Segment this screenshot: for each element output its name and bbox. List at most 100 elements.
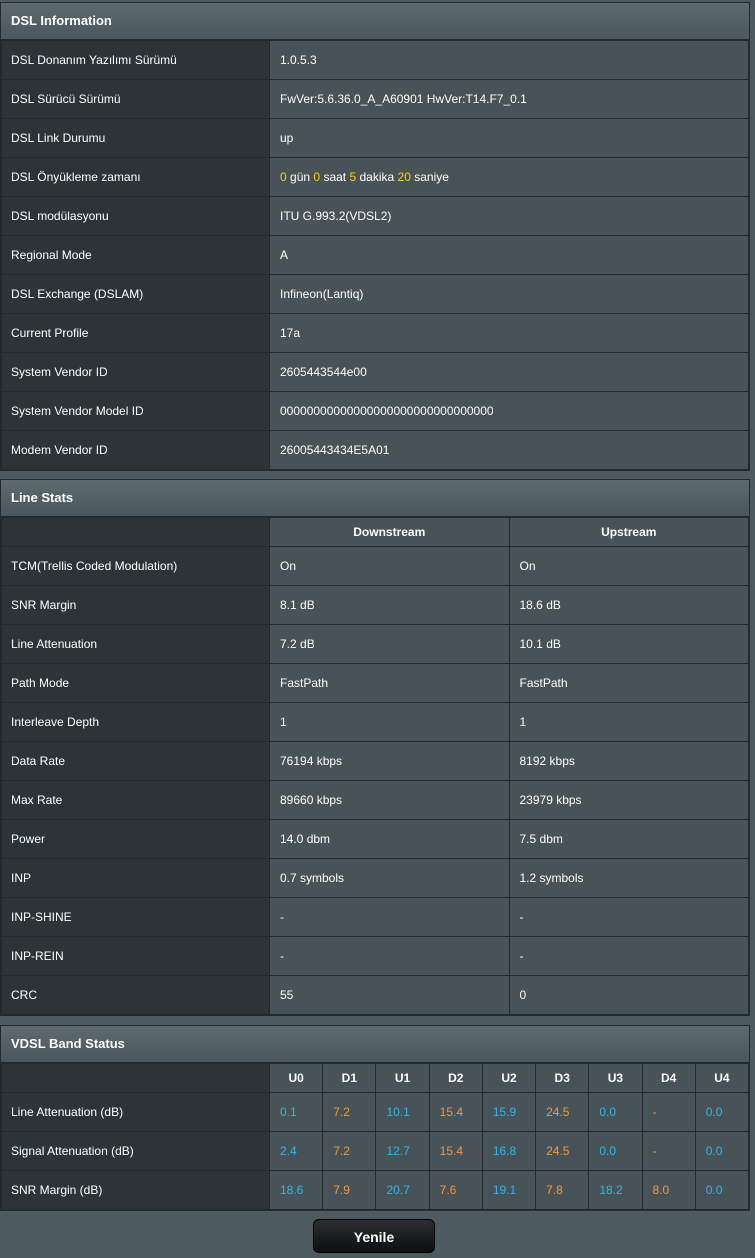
line-stats-row: INP-SHINE - - bbox=[1, 897, 749, 937]
line-stats-label: TCM(Trellis Coded Modulation) bbox=[1, 546, 270, 586]
dsl-info-value: 1.0.5.3 bbox=[269, 40, 749, 80]
dsl-info-value: ITU G.993.2(VDSL2) bbox=[269, 196, 749, 236]
line-stats-table: Downstream Upstream TCM(Trellis Coded Mo… bbox=[1, 517, 749, 1015]
dsl-info-label: DSL Önyükleme zamanı bbox=[1, 157, 270, 197]
band-value-u4: 0.0 bbox=[694, 1092, 750, 1132]
line-stats-corner bbox=[1, 517, 270, 547]
line-stats-row: INP-REIN - - bbox=[1, 936, 749, 976]
upstream-value: 1.2 symbols bbox=[508, 858, 749, 898]
band-value-d3: 24.5 bbox=[535, 1092, 590, 1132]
dsl-info-value: A bbox=[269, 235, 749, 275]
band-row-label: SNR Margin (dB) bbox=[1, 1170, 270, 1210]
dsl-info-row: Current Profile 17a bbox=[1, 313, 749, 353]
line-stats-row: Max Rate 89660 kbps 23979 kbps bbox=[1, 780, 749, 820]
band-header-d4: D4 bbox=[641, 1063, 696, 1093]
uptime-seconds-unit: saniye bbox=[414, 170, 449, 184]
line-stats-row: Interleave Depth 1 1 bbox=[1, 702, 749, 742]
uptime-days: 0 bbox=[280, 170, 287, 184]
vdsl-band-status-table: U0 D1 U1 D2 U2 D3 U3 D4 U4 Line Attenuation (dB)… bbox=[1, 1063, 750, 1210]
band-value-d1: 7.9 bbox=[322, 1170, 377, 1210]
band-header-u2: U2 bbox=[481, 1063, 537, 1093]
line-stats-row: TCM(Trellis Coded Modulation) On On bbox=[1, 546, 749, 586]
downstream-value: FastPath bbox=[269, 663, 510, 703]
downstream-value: 0.7 symbols bbox=[269, 858, 510, 898]
line-stats-row: SNR Margin 8.1 dB 18.6 dB bbox=[1, 585, 749, 625]
upstream-value: 7.5 dbm bbox=[508, 819, 749, 859]
dsl-info-label: DSL Exchange (DSLAM) bbox=[1, 274, 270, 314]
band-value-d3: 24.5 bbox=[535, 1131, 590, 1171]
dsl-info-label: DSL modülasyonu bbox=[1, 196, 270, 236]
band-value-d1: 7.2 bbox=[322, 1131, 377, 1171]
line-stats-label: INP-SHINE bbox=[1, 897, 270, 937]
band-value-u4: 0.0 bbox=[694, 1170, 750, 1210]
upstream-value: 10.1 dB bbox=[508, 624, 749, 664]
dsl-info-row: DSL Link Durumu up bbox=[1, 118, 749, 158]
band-value-u4: 0.0 bbox=[694, 1131, 750, 1171]
band-value-d4: - bbox=[641, 1092, 696, 1132]
uptime-hours-unit: saat bbox=[323, 170, 347, 184]
dsl-info-value: 2605443544e00 bbox=[269, 352, 749, 392]
dsl-info-value: 26005443434E5A01 bbox=[269, 430, 749, 470]
downstream-value: 1 bbox=[269, 702, 510, 742]
band-value-d3: 7.8 bbox=[535, 1170, 590, 1210]
dsl-info-value: 17a bbox=[269, 313, 749, 353]
dsl-info-row: Regional Mode A bbox=[1, 235, 749, 275]
band-value-u3: 0.0 bbox=[588, 1131, 643, 1171]
dsl-info-row: DSL Sürücü Sürümü FwVer:5.6.36.0_A_A60901… bbox=[1, 79, 749, 119]
downstream-value: 76194 kbps bbox=[269, 741, 510, 781]
vdsl-band-status-title: VDSL Band Status bbox=[1, 1026, 749, 1063]
dsl-info-value: up bbox=[269, 118, 749, 158]
band-header-d1: D1 bbox=[322, 1063, 377, 1093]
dsl-info-label: System Vendor ID bbox=[1, 352, 270, 392]
band-value-u1: 12.7 bbox=[375, 1131, 430, 1171]
vdsl-band-status-panel: VDSL Band Status U0 D1 U1 D2 U2 D3 U3 D4 U4 Line… bbox=[0, 1025, 750, 1211]
band-value-u0: 2.4 bbox=[268, 1131, 324, 1171]
uptime-minutes: 5 bbox=[349, 170, 357, 184]
upstream-value: 1 bbox=[508, 702, 749, 742]
dsl-info-row: DSL Exchange (DSLAM) Infineon(Lantiq) bbox=[1, 274, 749, 314]
line-stats-title: Line Stats bbox=[1, 480, 749, 517]
line-stats-row: INP 0.7 symbols 1.2 symbols bbox=[1, 858, 749, 898]
dsl-info-label: Current Profile bbox=[1, 313, 270, 353]
band-header-u4: U4 bbox=[694, 1063, 750, 1093]
line-stats-label: Interleave Depth bbox=[1, 702, 270, 742]
band-value-d2: 15.4 bbox=[428, 1092, 483, 1132]
line-stats-label: Path Mode bbox=[1, 663, 270, 703]
band-header-u3: U3 bbox=[588, 1063, 643, 1093]
upstream-value: 18.6 dB bbox=[508, 585, 749, 625]
band-row-label: Line Attenuation (dB) bbox=[1, 1092, 270, 1132]
dsl-info-value: 0 gün 0 saat 5 dakika 20 saniye bbox=[269, 157, 749, 197]
uptime-hours: 0 bbox=[313, 170, 321, 184]
band-value-d1: 7.2 bbox=[322, 1092, 377, 1132]
dsl-info-row: System Vendor Model ID 000000000000000000… bbox=[1, 391, 749, 431]
dsl-information-title: DSL Information bbox=[1, 3, 749, 40]
band-header-u1: U1 bbox=[375, 1063, 430, 1093]
line-stats-row: Power 14.0 dbm 7.5 dbm bbox=[1, 819, 749, 859]
band-value-u1: 20.7 bbox=[375, 1170, 430, 1210]
upstream-header: Upstream bbox=[508, 517, 749, 547]
band-value-u2: 16.8 bbox=[481, 1131, 537, 1171]
line-stats-label: Max Rate bbox=[1, 780, 270, 820]
downstream-value: 8.1 dB bbox=[269, 585, 510, 625]
line-stats-row: Line Attenuation 7.2 dB 10.1 dB bbox=[1, 624, 749, 664]
line-stats-label: Line Attenuation bbox=[1, 624, 270, 664]
dsl-info-row: DSL modülasyonu ITU G.993.2(VDSL2) bbox=[1, 196, 749, 236]
dsl-info-row: DSL Donanım Yazılımı Sürümü 1.0.5.3 bbox=[1, 40, 749, 80]
uptime-seconds: 20 bbox=[397, 170, 411, 184]
band-value-u1: 10.1 bbox=[375, 1092, 430, 1132]
band-header-u0: U0 bbox=[268, 1063, 324, 1093]
dsl-info-value: FwVer:5.6.36.0_A_A60901 HwVer:T14.F7_0.1 bbox=[269, 79, 749, 119]
dsl-info-row: Modem Vendor ID 26005443434E5A01 bbox=[1, 430, 749, 470]
upstream-value: FastPath bbox=[508, 663, 749, 703]
line-stats-row: Data Rate 76194 kbps 8192 kbps bbox=[1, 741, 749, 781]
upstream-value: - bbox=[508, 936, 749, 976]
line-stats-row: CRC 55 0 bbox=[1, 975, 749, 1015]
upstream-value: 8192 kbps bbox=[508, 741, 749, 781]
band-value-d4: - bbox=[641, 1131, 696, 1171]
dsl-information-table: DSL Donanım Yazılımı Sürümü 1.0.5.3 DSL Sü… bbox=[1, 40, 749, 470]
dsl-info-label: Modem Vendor ID bbox=[1, 430, 270, 470]
band-header-d2: D2 bbox=[428, 1063, 483, 1093]
band-row: Signal Attenuation (dB) 2.4 7.2 12.7 15.4 16.… bbox=[1, 1131, 750, 1171]
line-stats-label: INP bbox=[1, 858, 270, 898]
refresh-button[interactable]: Yenile bbox=[313, 1219, 435, 1253]
